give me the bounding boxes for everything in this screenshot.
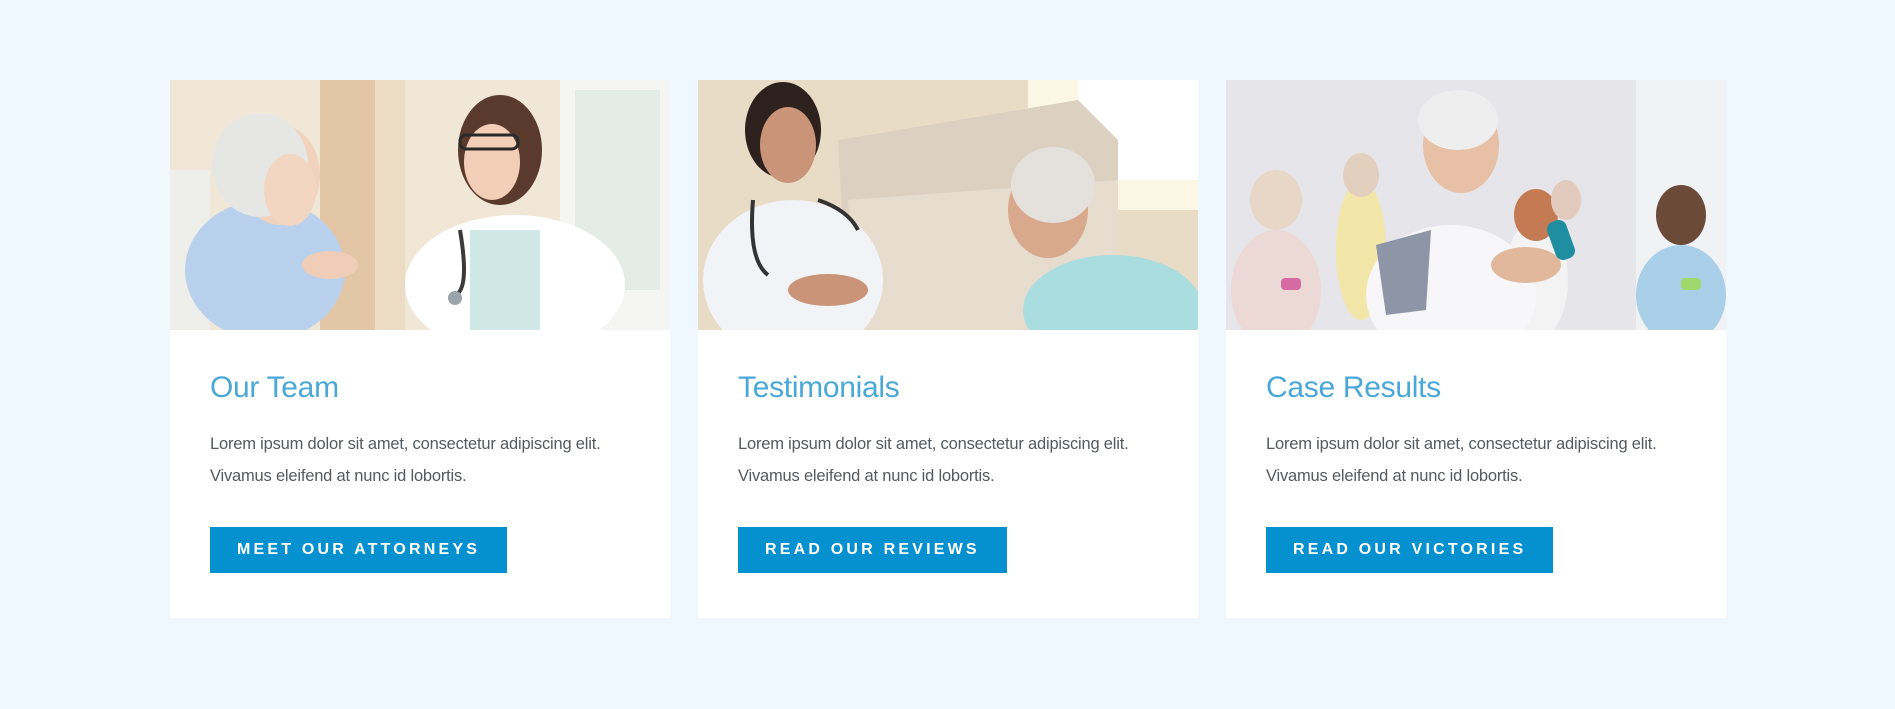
card-description-line: Vivamus eleifend at nunc id lobortis. <box>738 467 995 485</box>
card-description-line: Vivamus eleifend at nunc id lobortis. <box>1266 467 1523 485</box>
card-description-line: Lorem ipsum dolor sit amet, consectetur … <box>1266 435 1657 453</box>
card-title: Testimonials <box>738 371 900 404</box>
card-testimonials: Testimonials Lorem ipsum dolor sit amet,… <box>698 80 1198 618</box>
read-our-victories-button[interactable]: READ OUR VICTORIES <box>1266 527 1554 573</box>
card-description: Lorem ipsum dolor sit amet, consectetur … <box>1266 428 1696 492</box>
card-our-team: Our Team Lorem ipsum dolor sit amet, con… <box>170 80 670 618</box>
card-description-line: Vivamus eleifend at nunc id lobortis. <box>210 467 467 485</box>
card-body: Case Results Lorem ipsum dolor sit amet,… <box>1266 370 1696 492</box>
card-image-case-results <box>1226 80 1726 330</box>
card-title: Our Team <box>210 371 339 404</box>
card-image-our-team <box>170 80 670 330</box>
card-image-testimonials <box>698 80 1198 330</box>
card-description: Lorem ipsum dolor sit amet, consectetur … <box>210 428 640 492</box>
card-body: Our Team Lorem ipsum dolor sit amet, con… <box>210 370 640 492</box>
meet-our-attorneys-button[interactable]: MEET OUR ATTORNEYS <box>210 527 508 573</box>
card-title: Case Results <box>1266 371 1441 404</box>
card-description: Lorem ipsum dolor sit amet, consectetur … <box>738 428 1168 492</box>
card-body: Testimonials Lorem ipsum dolor sit amet,… <box>738 370 1168 492</box>
feature-cards: Our Team Lorem ipsum dolor sit amet, con… <box>170 80 1726 618</box>
card-description-line: Lorem ipsum dolor sit amet, consectetur … <box>738 435 1129 453</box>
card-description-line: Lorem ipsum dolor sit amet, consectetur … <box>210 435 601 453</box>
card-case-results: Case Results Lorem ipsum dolor sit amet,… <box>1226 80 1726 618</box>
read-our-reviews-button[interactable]: READ OUR REVIEWS <box>738 527 1007 573</box>
